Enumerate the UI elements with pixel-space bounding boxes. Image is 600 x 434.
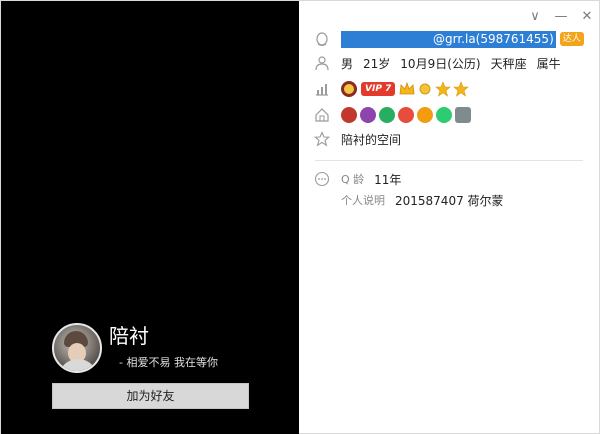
heart-icon[interactable] [398, 107, 414, 123]
music-icon[interactable] [417, 107, 433, 123]
star-outline-icon [313, 130, 331, 148]
user-icon [313, 54, 331, 72]
personal-desc-label: 个人说明 [341, 194, 385, 207]
personal-desc-row: 个人说明 201587407 荷尔蒙 [341, 190, 504, 210]
account-row: @grr.la(598761455) 达人 [313, 29, 584, 49]
minimize-button[interactable]: — [553, 9, 569, 25]
account-selection[interactable] [341, 30, 433, 48]
age: 21岁 [363, 56, 391, 71]
qage-value: 11年 [374, 172, 402, 187]
birthday: 10月9日(公历) [400, 56, 481, 71]
qage-row: Q 龄 11年 [313, 169, 401, 189]
diamond-icon[interactable] [455, 107, 471, 123]
play-icon[interactable] [436, 107, 452, 123]
pet-icon[interactable] [379, 107, 395, 123]
home-icon [313, 106, 331, 124]
qage-label: Q 龄 [341, 173, 365, 186]
chevron-down-icon[interactable]: ∨ [527, 9, 543, 25]
level-chart-icon [313, 80, 331, 98]
qq-show-icon[interactable] [341, 107, 357, 123]
profile-card-window: 陪衬 - 相爱不易 我在等你 加为好友 ∨ — ✕ @grr.la(598761… [0, 0, 600, 434]
basic-info-row: 男 21岁 10月9日(公历) 天秤座 属牛 [313, 53, 561, 73]
zodiac: 属牛 [536, 56, 561, 71]
gender: 男 [341, 56, 354, 71]
star-icon[interactable] [435, 81, 452, 97]
divider [315, 160, 583, 161]
level-row: VIP 7 [313, 79, 471, 99]
avatar-shoulder [58, 359, 98, 371]
daren-badge[interactable]: 达人 [559, 32, 584, 46]
star-icon[interactable] [453, 81, 470, 97]
game-icon[interactable] [360, 107, 376, 123]
constellation: 天秤座 [490, 56, 527, 71]
vip-penguin-icon[interactable] [341, 81, 357, 97]
personal-desc-value: 201587407 荷尔蒙 [395, 193, 504, 208]
signature: - 相爱不易 我在等你 [119, 356, 218, 369]
nickname: 陪衬 [109, 324, 149, 348]
close-button[interactable]: ✕ [579, 9, 595, 25]
more-circle-icon[interactable] [313, 170, 331, 188]
vip-level-badge[interactable]: VIP 7 [361, 82, 396, 96]
space-row: 陪衬的空间 [313, 129, 401, 149]
profile-left-panel: 陪衬 - 相爱不易 我在等你 加为好友 [1, 1, 299, 434]
service-badges-row [313, 105, 474, 125]
sun-icon[interactable] [417, 81, 433, 97]
avatar[interactable] [52, 323, 102, 373]
space-link[interactable]: 陪衬的空间 [341, 131, 401, 148]
crown-icon[interactable] [399, 81, 415, 96]
account-id[interactable]: @grr.la(598761455) [433, 30, 556, 48]
qq-penguin-icon [313, 30, 331, 48]
add-friend-button[interactable]: 加为好友 [52, 383, 249, 409]
